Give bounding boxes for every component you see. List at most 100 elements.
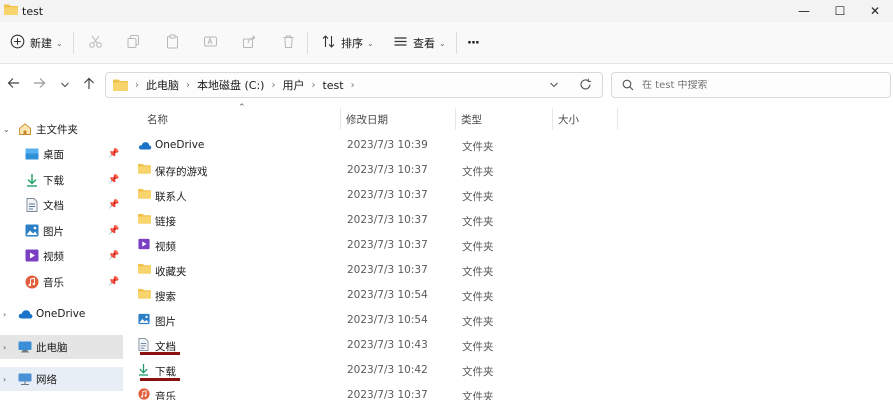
arrow-up-icon xyxy=(83,77,95,94)
sort-button[interactable]: 排序 ⌄ xyxy=(321,32,374,54)
sidebar-item-music[interactable]: 音乐 📌 xyxy=(0,270,123,294)
up-button[interactable] xyxy=(78,74,100,96)
rename-button[interactable] xyxy=(203,32,218,54)
file-type: 文件夹 xyxy=(462,191,494,203)
chevron-down-icon: ⌄ xyxy=(367,38,374,48)
breadcrumb-users[interactable]: 用户 xyxy=(282,77,304,93)
sidebar-item-desktop[interactable]: 桌面 📌 xyxy=(0,142,123,166)
column-header-name[interactable]: 名称 xyxy=(147,106,168,132)
column-header-type[interactable]: 类型 xyxy=(461,106,482,132)
breadcrumb-this-pc[interactable]: 此电脑 xyxy=(146,77,179,93)
crumb-separator[interactable]: › xyxy=(311,80,315,91)
pin-icon[interactable]: 📌 xyxy=(108,277,119,287)
file-row[interactable]: 音乐 2023/7/3 10:37 文件夹 xyxy=(131,383,611,400)
crumb-separator[interactable]: › xyxy=(351,80,355,91)
column-divider[interactable] xyxy=(552,108,553,130)
sidebar-item-videos[interactable]: 视频 📌 xyxy=(0,244,123,268)
breadcrumb-test[interactable]: test xyxy=(322,79,343,92)
file-row[interactable]: OneDrive 2023/7/3 10:39 文件夹 xyxy=(131,133,611,158)
sidebar-item-onedrive[interactable]: › OneDrive xyxy=(0,302,123,326)
sidebar-item-this-pc[interactable]: › 此电脑 xyxy=(0,335,123,359)
column-divider[interactable] xyxy=(455,108,456,130)
pin-icon[interactable]: 📌 xyxy=(108,149,119,159)
sidebar-item-pictures[interactable]: 图片 📌 xyxy=(0,219,123,243)
file-row[interactable]: 视频 2023/7/3 10:37 文件夹 xyxy=(131,233,611,258)
share-button[interactable] xyxy=(242,32,257,54)
address-bar[interactable]: › 此电脑 › 本地磁盘 (C:) › 用户 › test › xyxy=(105,72,603,98)
folder-icon xyxy=(113,79,128,91)
cut-button[interactable] xyxy=(88,32,103,54)
sidebar-item-documents[interactable]: 文档 📌 xyxy=(0,193,123,217)
more-options-button[interactable]: ··· xyxy=(467,32,480,54)
file-modified: 2023/7/3 10:54 xyxy=(347,289,428,301)
sidebar-item-network[interactable]: › 网络 xyxy=(0,367,123,391)
paste-button[interactable] xyxy=(165,32,180,54)
picture-icon xyxy=(138,313,150,328)
copy-icon xyxy=(126,34,141,52)
refresh-button[interactable] xyxy=(579,78,592,94)
sidebar-item-home[interactable]: ⌄ 主文件夹 xyxy=(0,117,123,141)
crumb-separator[interactable]: › xyxy=(271,80,275,91)
clipboard-icon xyxy=(165,34,180,52)
search-input[interactable] xyxy=(642,79,872,91)
file-row[interactable]: 文档 2023/7/3 10:43 文件夹 xyxy=(131,333,611,358)
chevron-right-icon[interactable]: › xyxy=(3,375,6,384)
pin-icon[interactable]: 📌 xyxy=(108,200,119,210)
sort-icon xyxy=(321,34,336,52)
chevron-right-icon[interactable]: › xyxy=(3,310,6,319)
recent-locations-button[interactable] xyxy=(54,74,76,96)
file-name: 链接 xyxy=(155,216,176,228)
file-name: 图片 xyxy=(155,316,176,328)
view-button[interactable]: 查看 ⌄ xyxy=(393,32,446,54)
pin-icon[interactable]: 📌 xyxy=(108,226,119,236)
back-button[interactable] xyxy=(2,74,24,96)
music-icon xyxy=(138,388,150,400)
maximize-button[interactable]: ☐ xyxy=(822,0,858,22)
document-icon xyxy=(26,198,38,215)
file-type: 文件夹 xyxy=(462,266,494,278)
copy-button[interactable] xyxy=(126,32,141,54)
file-type: 文件夹 xyxy=(462,241,494,253)
command-bar: 新建 ⌄ 排序 ⌄ 查看 ⌄ ··· xyxy=(0,22,893,64)
file-type: 文件夹 xyxy=(462,316,494,328)
file-modified: 2023/7/3 10:37 xyxy=(347,389,428,400)
divider xyxy=(456,32,457,54)
search-icon xyxy=(622,79,634,91)
cloud-icon xyxy=(138,140,152,153)
file-modified: 2023/7/3 10:37 xyxy=(347,214,428,226)
folder-icon xyxy=(138,213,151,227)
list-view-icon xyxy=(393,34,408,52)
column-header-modified[interactable]: 修改日期 xyxy=(346,106,388,132)
delete-button[interactable] xyxy=(281,32,296,54)
chevron-right-icon[interactable]: › xyxy=(3,343,6,352)
minimize-button[interactable]: — xyxy=(786,0,822,22)
new-button[interactable]: 新建 ⌄ xyxy=(10,32,63,54)
breadcrumb-local-disk[interactable]: 本地磁盘 (C:) xyxy=(197,77,264,93)
file-row[interactable]: 联系人 2023/7/3 10:37 文件夹 xyxy=(131,183,611,208)
sidebar-item-label: 文档 xyxy=(43,199,64,212)
chevron-down-icon[interactable]: ⌄ xyxy=(3,125,10,134)
forward-button[interactable] xyxy=(28,74,50,96)
file-row[interactable]: 链接 2023/7/3 10:37 文件夹 xyxy=(131,208,611,233)
crumb-separator[interactable]: › xyxy=(186,80,190,91)
pin-icon[interactable]: 📌 xyxy=(108,251,119,261)
file-row[interactable]: 搜索 2023/7/3 10:54 文件夹 xyxy=(131,283,611,308)
sort-ascending-icon: ⌃ xyxy=(238,103,246,113)
file-row[interactable]: 收藏夹 2023/7/3 10:37 文件夹 xyxy=(131,258,611,283)
address-dropdown-button[interactable] xyxy=(549,78,559,95)
pin-icon[interactable]: 📌 xyxy=(108,175,119,185)
folder-icon xyxy=(138,163,151,177)
file-row[interactable]: 图片 2023/7/3 10:54 文件夹 xyxy=(131,308,611,333)
sidebar-item-downloads[interactable]: 下载 📌 xyxy=(0,168,123,192)
search-box xyxy=(611,72,891,98)
folder-icon xyxy=(138,288,151,302)
file-row[interactable]: 下载 2023/7/3 10:42 文件夹 xyxy=(131,358,611,383)
column-header-size[interactable]: 大小 xyxy=(558,106,579,132)
picture-icon xyxy=(25,224,39,240)
network-icon xyxy=(18,373,32,388)
column-divider[interactable] xyxy=(340,108,341,130)
column-divider[interactable] xyxy=(617,108,618,130)
file-row[interactable]: 保存的游戏 2023/7/3 10:37 文件夹 xyxy=(131,158,611,183)
close-button[interactable]: ✕ xyxy=(857,0,893,22)
file-type: 文件夹 xyxy=(462,391,494,400)
